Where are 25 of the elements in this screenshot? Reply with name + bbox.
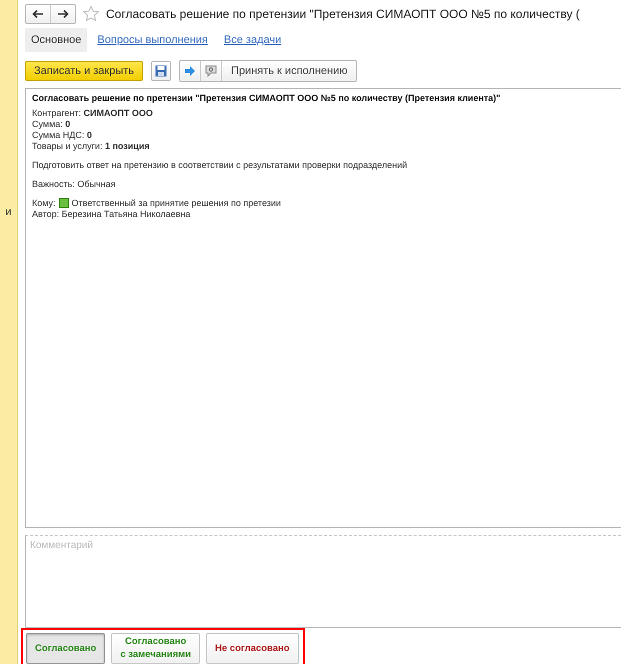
field-text: Сумма: 0	[32, 118, 72, 130]
comment-field[interactable]: Комментарий	[25, 535, 621, 628]
field-text: Товары и услуги: 1 позиция	[32, 140, 151, 152]
field-text: Контрагент: СИМАОПТ ООО	[32, 108, 154, 119]
field-text: Сумма НДС: 0	[32, 130, 93, 141]
decision-button[interactable]: Согласовано	[26, 632, 106, 664]
role-icon	[58, 198, 69, 208]
task-description: Подготовить ответ на претензию в соответствии с результатами проверки подразделений	[32, 160, 408, 171]
decision-button[interactable]: Согласовано с замечаниями	[111, 632, 200, 664]
task-heading: Согласовать решение по претензии "Претензия СИМАОПТ ООО №5 по количеству (Претензия клиента)"	[32, 92, 502, 104]
question-bubble-icon	[205, 64, 218, 77]
sidebar-text: и	[5, 206, 12, 218]
recipient-name: Ответственный за принятие решения по претезии	[72, 198, 281, 209]
importance-text: Важность: Обычная	[32, 178, 116, 190]
save-and-close-button[interactable]: Записать и закрыть	[25, 60, 144, 81]
tab[interactable]: Вопросы выполнения	[91, 28, 214, 51]
tab[interactable]: Все задачи	[218, 28, 288, 51]
window-title: Согласовать решение по претензии "Претензия СИМАОПТ ООО №5 по количеству (	[106, 6, 580, 21]
star-icon[interactable]	[82, 4, 100, 23]
tab[interactable]: Основное	[25, 28, 88, 52]
right-arrow-icon	[184, 64, 196, 77]
save-button[interactable]	[151, 60, 172, 81]
author-text: Автор: Березина Татьяна Николаевна	[32, 208, 192, 220]
decision-button[interactable]: Не согласовано	[206, 632, 299, 664]
recipient-label: Кому:	[32, 198, 56, 209]
